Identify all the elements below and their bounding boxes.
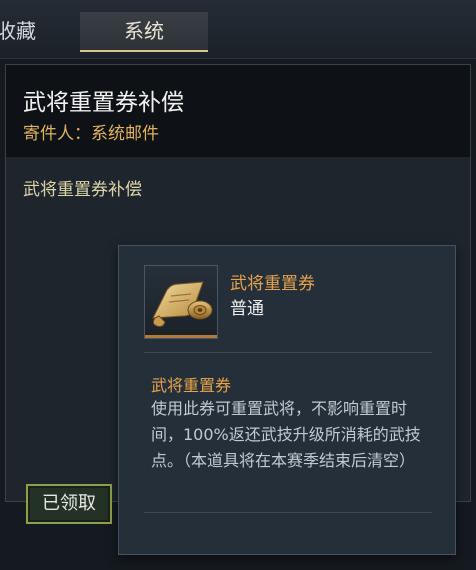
rarity-bar [145,335,217,338]
description-title: 武将重置券 [151,376,232,395]
item-name: 武将重置券 [230,274,315,294]
item-slot [144,265,218,339]
item-tooltip: 武将重置券 普通 武将重置券 使用此券可重置武将，不影响重置时间，100%返还武… [118,245,456,555]
mail-sender-row: 寄件人：系统邮件 [23,119,159,144]
top-tab-bar: 收藏 系统 [0,0,476,59]
mail-title: 武将重置券补偿 [23,90,184,116]
mail-body: 武将重置券补偿 [23,180,142,200]
divider [144,352,432,353]
claimed-button[interactable]: 已领取 [26,484,112,524]
sender-name: 系统邮件 [91,124,159,144]
sender-label: 寄件人： [23,124,91,144]
item-rarity: 普通 [230,299,264,319]
mail-header: 武将重置券补偿 寄件人：系统邮件 [6,65,470,157]
tab-favorites[interactable]: 收藏 [0,12,66,50]
description-text: 使用此券可重置武将，不影响重置时间，100%返还武技升级所消耗的武技点。（本道具… [151,399,421,470]
tab-system[interactable]: 系统 [80,12,208,52]
scroll-icon [152,281,213,327]
divider [144,512,432,513]
